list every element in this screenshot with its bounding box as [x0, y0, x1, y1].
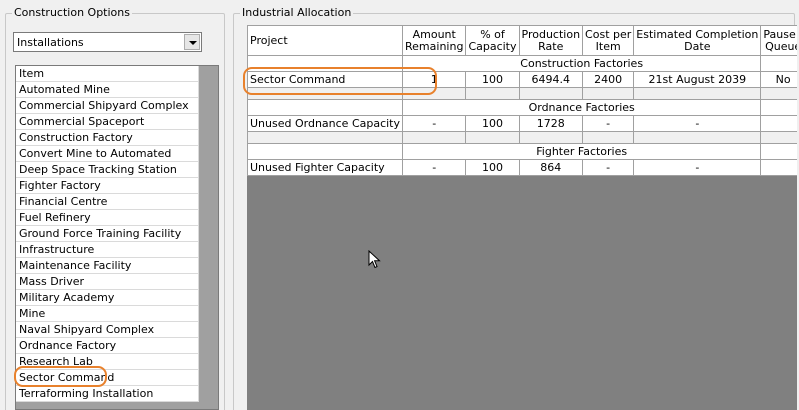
cell-completion[interactable]: - — [633, 159, 762, 176]
list-item-construction-factory[interactable]: Construction Factory — [16, 130, 199, 146]
allocation-grid[interactable]: Project Amount Remaining % of Capacity Pro… — [247, 25, 797, 410]
cell-cost[interactable]: - — [582, 115, 635, 132]
list-item-commercial-spaceport[interactable]: Commercial Spaceport — [16, 114, 199, 130]
table-row-unused-ordnance[interactable]: Unused Ordnance Capacity - 100 1728 - - — [247, 115, 797, 132]
construction-options-title: Construction Options — [12, 6, 132, 20]
list-item-fighter-factory[interactable]: Fighter Factory — [16, 178, 199, 194]
cell-capacity[interactable]: 100 — [465, 115, 520, 132]
table-row-sector-command[interactable]: Sector Command 1 100 6494.4 2400 21st Au… — [247, 71, 797, 88]
allocation-table: Project Amount Remaining % of Capacity Pro… — [247, 25, 797, 176]
list-item-infrastructure[interactable]: Infrastructure — [16, 242, 199, 258]
spacer-row — [247, 87, 797, 100]
col-production-rate[interactable]: Production Rate — [518, 25, 584, 56]
list-item-research-lab[interactable]: Research Lab — [16, 354, 199, 370]
col-pause-queue[interactable]: Pause /Queue — [760, 25, 797, 56]
cell-rate[interactable]: 1728 — [518, 115, 584, 132]
col-estimated-completion[interactable]: Estimated Completion Date — [633, 25, 762, 56]
section-row-fighter: Fighter Factories — [247, 143, 797, 160]
mouse-cursor-icon — [368, 250, 381, 269]
cell-pause[interactable] — [760, 159, 797, 176]
cell-pause[interactable]: No — [760, 71, 797, 88]
cell-project[interactable]: Unused Ordnance Capacity — [247, 115, 404, 132]
cell-amount[interactable]: - — [402, 159, 467, 176]
col-capacity[interactable]: % of Capacity — [465, 25, 520, 56]
cell-capacity[interactable]: 100 — [465, 159, 520, 176]
list-item-maintenance-facility[interactable]: Maintenance Facility — [16, 258, 199, 274]
list-item-automated-mine[interactable]: Automated Mine — [16, 82, 199, 98]
spacer-row — [247, 131, 797, 144]
construction-options-group: Construction Options Installations Item … — [5, 6, 225, 410]
list-item-terraforming-installation[interactable]: Terraforming Installation — [16, 386, 199, 402]
table-header-row: Project Amount Remaining % of Capacity Pro… — [247, 25, 797, 56]
list-item-mine[interactable]: Mine — [16, 306, 199, 322]
section-row-construction: Construction Factories — [247, 55, 797, 72]
cell-amount[interactable]: - — [402, 115, 467, 132]
list-item-sector-command[interactable]: Sector Command — [16, 370, 199, 386]
installations-dropdown[interactable]: Installations — [13, 32, 202, 52]
table-row-unused-fighter[interactable]: Unused Fighter Capacity - 100 864 - - — [247, 159, 797, 176]
cell-cost[interactable]: - — [582, 159, 635, 176]
item-list[interactable]: Item Automated Mine Commercial Shipyard … — [15, 65, 219, 410]
section-label-construction: Construction Factories — [402, 55, 762, 72]
col-project[interactable]: Project — [247, 25, 404, 56]
cell-project[interactable]: Sector Command — [247, 71, 404, 88]
section-label-ordnance: Ordnance Factories — [402, 99, 762, 116]
col-amount-remaining[interactable]: Amount Remaining — [402, 25, 467, 56]
cell-capacity[interactable]: 100 — [465, 71, 520, 88]
list-item-commercial-shipyard-complex[interactable]: Commercial Shipyard Complex — [16, 98, 199, 114]
cell-rate[interactable]: 864 — [518, 159, 584, 176]
dropdown-value: Installations — [17, 36, 84, 49]
industrial-allocation-group: Industrial Allocation Project Amount Rema… — [233, 6, 797, 410]
list-item-military-academy[interactable]: Military Academy — [16, 290, 199, 306]
cell-completion[interactable]: - — [633, 115, 762, 132]
list-item-ground-force-training-facility[interactable]: Ground Force Training Facility — [16, 226, 199, 242]
list-item-fuel-refinery[interactable]: Fuel Refinery — [16, 210, 199, 226]
section-label-fighter: Fighter Factories — [402, 143, 762, 160]
list-item-deep-space-tracking-station[interactable]: Deep Space Tracking Station — [16, 162, 199, 178]
list-item-mass-driver[interactable]: Mass Driver — [16, 274, 199, 290]
cell-rate[interactable]: 6494.4 — [518, 71, 584, 88]
col-cost-per-item[interactable]: Cost per Item — [582, 25, 635, 56]
cell-completion[interactable]: 21st August 2039 — [633, 71, 762, 88]
list-item-ordnance-factory[interactable]: Ordnance Factory — [16, 338, 199, 354]
section-row-ordnance: Ordnance Factories — [247, 99, 797, 116]
list-item-financial-centre[interactable]: Financial Centre — [16, 194, 199, 210]
cell-pause[interactable] — [760, 115, 797, 132]
list-header-item[interactable]: Item — [16, 66, 199, 82]
cell-cost[interactable]: 2400 — [582, 71, 635, 88]
industrial-allocation-title: Industrial Allocation — [240, 6, 354, 20]
list-item-convert-mine[interactable]: Convert Mine to Automated — [16, 146, 199, 162]
list-item-naval-shipyard-complex[interactable]: Naval Shipyard Complex — [16, 322, 199, 338]
chevron-down-icon[interactable] — [184, 34, 200, 50]
cell-project[interactable]: Unused Fighter Capacity — [247, 159, 404, 176]
cell-amount[interactable]: 1 — [402, 71, 467, 88]
